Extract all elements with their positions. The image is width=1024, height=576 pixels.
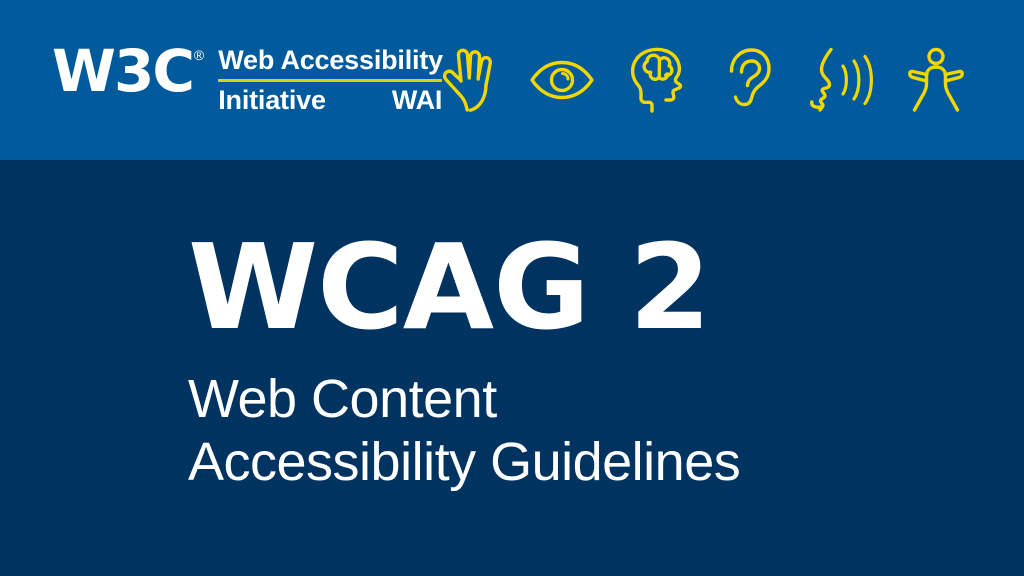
wai-line-web-accessibility: Web Accessibility (218, 45, 443, 75)
accessibility-icon-strip (432, 44, 972, 116)
wai-line-initiative-wai: Initiative WAI (218, 84, 442, 116)
page-title: WCAG 2 (188, 218, 711, 356)
speech-icon (806, 44, 878, 116)
accessibility-person-icon (900, 44, 972, 116)
w3c-wordmark: W3C ® (52, 40, 204, 102)
wai-wordmark: Web Accessibility Initiative WAI (218, 40, 443, 116)
w3c-mark-text: W3C (52, 37, 195, 105)
wai-divider-rule (218, 79, 443, 82)
subtitle-line-2: Accessibility Guidelines (188, 432, 741, 492)
brain-head-icon (619, 44, 691, 116)
subtitle-block: Web Content Accessibility Guidelines (188, 368, 988, 494)
hand-icon (432, 44, 504, 116)
header-banner: W3C ® Web Accessibility Initiative WAI (0, 0, 1024, 160)
subtitle-line-1: Web Content (188, 369, 497, 429)
title-block: WCAG 2 Web Content Accessibility Guideli… (188, 228, 988, 494)
wai-label-initiative: Initiative (218, 85, 326, 115)
registered-trademark-icon: ® (193, 47, 205, 63)
ear-icon (713, 44, 785, 116)
wcag2-title-slide: W3C ® Web Accessibility Initiative WAI W… (0, 0, 1024, 576)
w3c-wai-logo[interactable]: W3C ® Web Accessibility Initiative WAI (52, 40, 443, 120)
eye-icon (526, 44, 598, 116)
